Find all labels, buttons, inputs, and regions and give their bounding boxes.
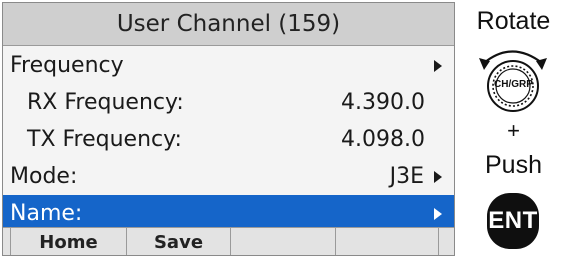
rotate-knob-icon [479,50,547,112]
control-panel: Rotate CH/GRP + Push ENT [466,0,561,259]
knob-label: CH/GRP [494,79,533,90]
menu-item-label: Mode: [10,164,78,189]
softkey-3[interactable] [230,228,335,255]
radio-display: User Channel (159) Frequency RX Frequenc… [2,2,455,256]
menu-item-label: TX Frequency: [27,127,182,152]
submenu-arrow-icon [434,60,442,72]
rotate-label: Rotate [476,7,551,35]
softkey-bar: Home Save [3,227,454,255]
submenu-arrow-icon [434,171,442,183]
rx-frequency-value: 4.390.0 [341,90,425,115]
mode-value: J3E [389,164,424,189]
menu-item-tx-frequency[interactable]: TX Frequency: 4.098.0 [3,121,454,159]
push-label: Push [485,151,542,179]
submenu-arrow-icon [434,208,442,220]
tx-frequency-value: 4.098.0 [341,127,425,152]
ent-button[interactable]: ENT [487,193,539,249]
softkey-4[interactable] [335,228,439,255]
ch-grp-knob[interactable]: CH/GRP [466,36,561,112]
screen-title: User Channel (159) [3,3,454,46]
menu-item-label: Frequency [10,53,124,78]
menu-item-frequency[interactable]: Frequency [3,47,454,85]
menu-item-mode[interactable]: Mode: J3E [3,158,454,196]
plus-label: + [507,118,520,143]
menu-item-rx-frequency[interactable]: RX Frequency: 4.390.0 [3,84,454,122]
menu-item-label: RX Frequency: [27,90,184,115]
softkey-home[interactable]: Home [10,228,126,255]
softkey-save[interactable]: Save [126,228,230,255]
